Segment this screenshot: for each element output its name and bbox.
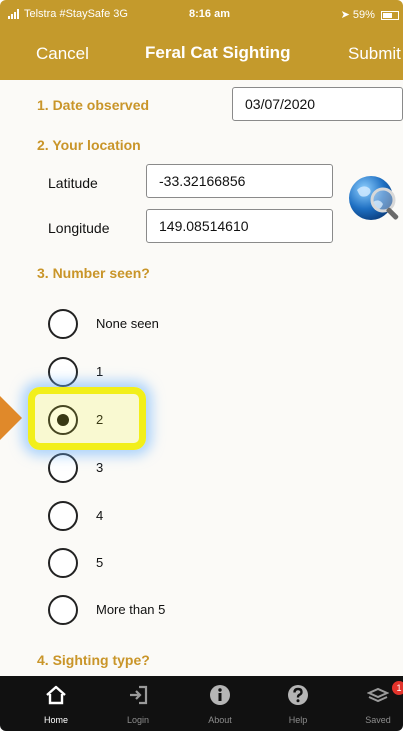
- radio-label: 4: [96, 508, 104, 523]
- date-field[interactable]: 03/07/2020: [232, 87, 403, 121]
- radio-button[interactable]: [48, 357, 78, 387]
- tab-help[interactable]: Help: [258, 676, 338, 731]
- selection-highlight: [28, 387, 146, 450]
- phone-screen: Telstra #StaySafe 3G 8:16 am ➤ 59% Cance…: [0, 0, 403, 731]
- radio-label: None seen: [96, 316, 159, 331]
- info-icon: [210, 685, 230, 705]
- status-bar: Telstra #StaySafe 3G 8:16 am ➤ 59%: [0, 0, 403, 30]
- radio-label: 1: [96, 364, 104, 379]
- nav-bar: Cancel Feral Cat Sighting Submit: [0, 30, 403, 80]
- radio-label: More than 5: [96, 602, 166, 617]
- page-title: Feral Cat Sighting: [145, 43, 291, 62]
- radio-option-4[interactable]: 4: [48, 501, 268, 531]
- battery-percent: 59%: [352, 9, 375, 21]
- latitude-field[interactable]: -33.32166856: [146, 164, 333, 198]
- location-arrow-icon: ➤: [340, 9, 350, 21]
- tab-label: About: [208, 715, 232, 725]
- tab-label: Help: [288, 715, 308, 725]
- date-label: 1. Date observed: [37, 97, 150, 113]
- radio-option-more-than-5[interactable]: More than 5: [48, 595, 268, 625]
- longitude-field[interactable]: 149.08514610: [146, 209, 333, 243]
- radio-label: 3: [96, 460, 104, 475]
- home-icon: [46, 685, 66, 705]
- radio-button[interactable]: [48, 501, 78, 531]
- map-search-icon[interactable]: [347, 172, 403, 228]
- login-icon: [130, 685, 148, 705]
- radio-option-5[interactable]: 5: [48, 548, 268, 578]
- radio-option-3[interactable]: 3: [48, 453, 268, 483]
- cancel-button[interactable]: Cancel: [36, 44, 89, 64]
- radio-button[interactable]: [48, 548, 78, 578]
- saved-icon: [367, 687, 389, 703]
- number-seen-label: 3. Number seen?: [37, 265, 150, 281]
- submit-button[interactable]: Submit: [348, 44, 401, 64]
- signal-icon: [8, 9, 22, 19]
- longitude-label: Longitude: [48, 220, 110, 236]
- tab-label: Saved: [365, 715, 391, 725]
- form-content: 1. Date observed 03/07/2020 2. Your loca…: [0, 80, 403, 676]
- help-icon: [288, 685, 308, 705]
- tab-about[interactable]: About: [180, 676, 260, 731]
- tab-home[interactable]: Home: [16, 676, 96, 731]
- radio-label: 5: [96, 555, 104, 570]
- tab-label: Home: [43, 715, 68, 725]
- battery-icon: [381, 10, 399, 20]
- battery-status: ➤ 59%: [341, 8, 399, 21]
- saved-count-badge: 1: [392, 681, 403, 695]
- radio-button[interactable]: [48, 595, 78, 625]
- tab-bar: Home Login About Help Saved: [0, 676, 403, 731]
- pointer-arrow: [0, 396, 22, 440]
- sighting-type-label: 4. Sighting type?: [37, 652, 150, 668]
- latitude-label: Latitude: [48, 175, 98, 191]
- tab-login[interactable]: Login: [98, 676, 178, 731]
- tab-label: Login: [126, 715, 150, 725]
- radio-option-1[interactable]: 1: [48, 357, 268, 387]
- radio-button[interactable]: [48, 453, 78, 483]
- location-label: 2. Your location: [37, 137, 141, 153]
- status-time: 8:16 am: [189, 8, 230, 20]
- carrier-text: Telstra #StaySafe 3G: [24, 8, 128, 20]
- radio-button[interactable]: [48, 309, 78, 339]
- radio-option-none-seen[interactable]: None seen: [48, 309, 268, 339]
